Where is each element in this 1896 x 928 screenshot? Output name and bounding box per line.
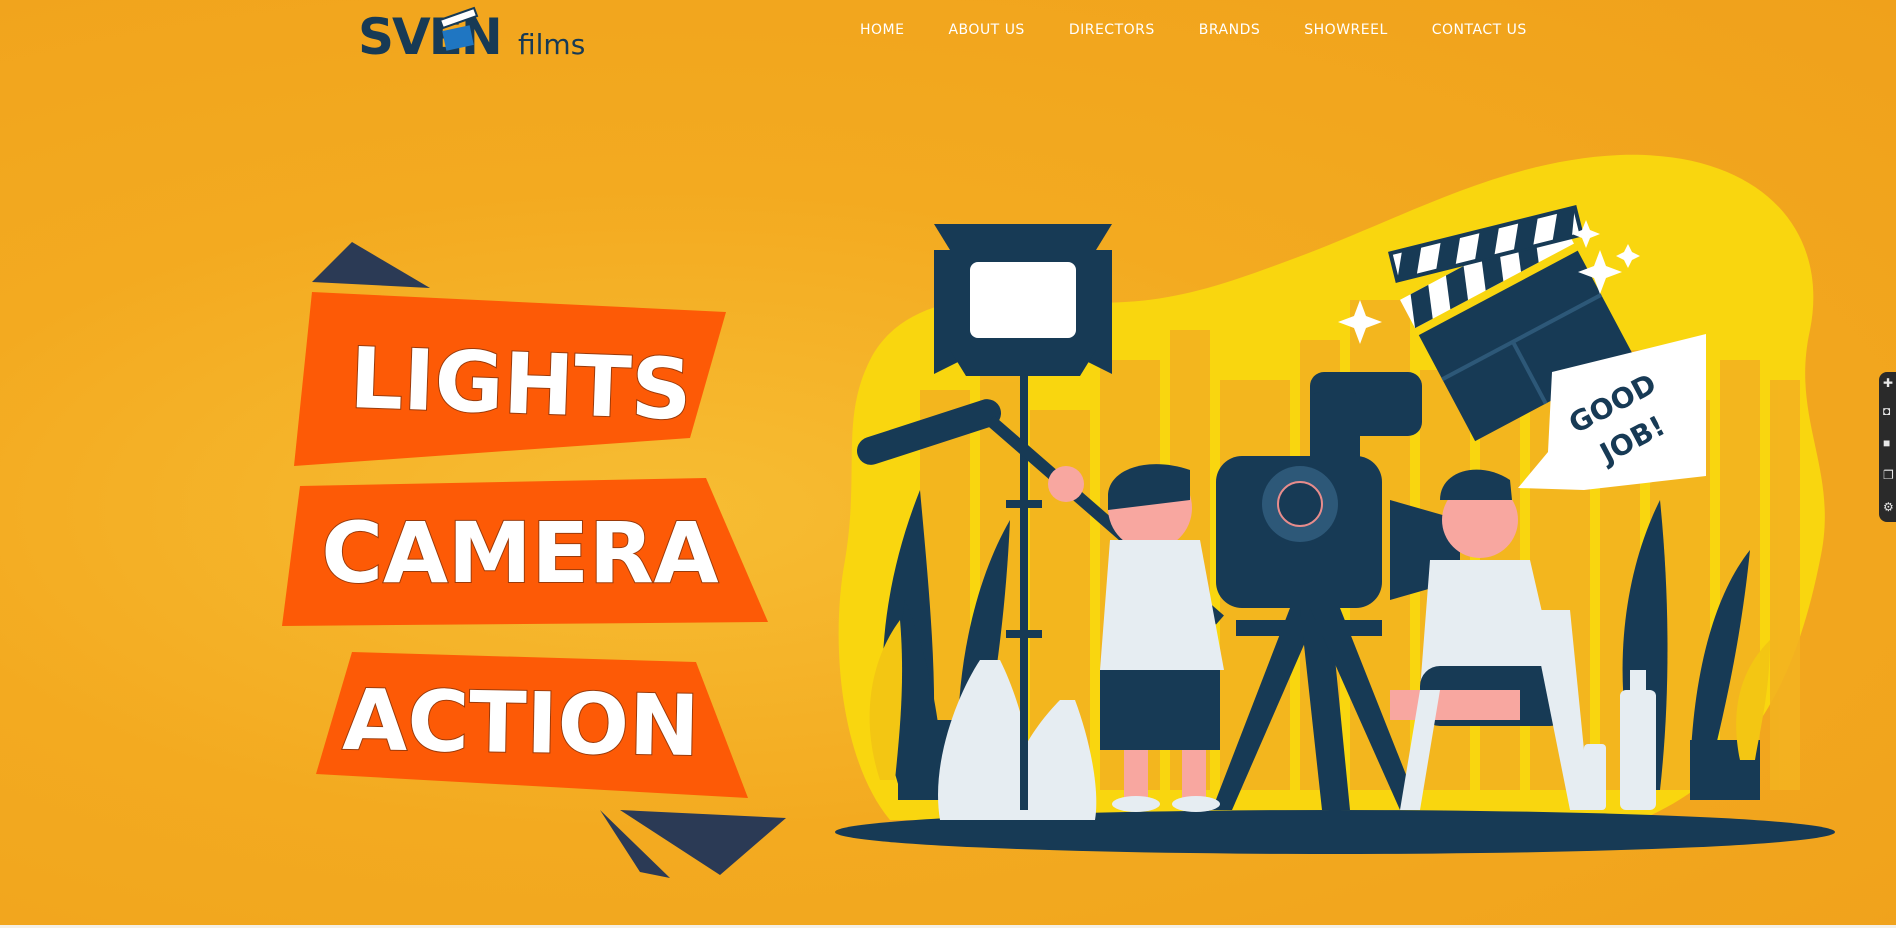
site-header: SVEN films HOME ABOUT US DIRECTORS BRAND…: [0, 0, 1896, 70]
sven-films-logo[interactable]: SVEN films: [356, 2, 586, 64]
gear-icon[interactable]: ⚙: [1883, 500, 1896, 514]
nav-home[interactable]: HOME: [860, 22, 904, 38]
banner-camera-text: CAMERA: [321, 504, 718, 602]
pin-icon[interactable]: ✚: [1883, 376, 1896, 390]
logo-sub: films: [518, 28, 585, 61]
nav-contact-us[interactable]: CONTACT US: [1432, 22, 1527, 38]
square-icon[interactable]: ■: [1883, 436, 1896, 450]
logo-main: SVEN: [358, 8, 501, 64]
nav-directors[interactable]: DIRECTORS: [1069, 22, 1155, 38]
hero-illustration: LIGHTS CAMERA ACTION GOOD JOB!: [282, 154, 1835, 878]
nav-about-us[interactable]: ABOUT US: [948, 22, 1024, 38]
banner-lights-text: LIGHTS: [348, 329, 693, 439]
main-nav: HOME ABOUT US DIRECTORS BRANDS SHOWREEL …: [860, 22, 1527, 38]
triangle-top: [312, 242, 430, 288]
layers-icon[interactable]: ❐: [1883, 468, 1896, 482]
camera-icon[interactable]: ◘: [1883, 404, 1896, 418]
nav-brands[interactable]: BRANDS: [1199, 22, 1260, 38]
banner-action-text: ACTION: [342, 671, 701, 775]
nav-showreel[interactable]: SHOWREEL: [1304, 22, 1388, 38]
side-toolbar: ✚ ◘ ■ ❐ ⚙: [1879, 372, 1896, 522]
